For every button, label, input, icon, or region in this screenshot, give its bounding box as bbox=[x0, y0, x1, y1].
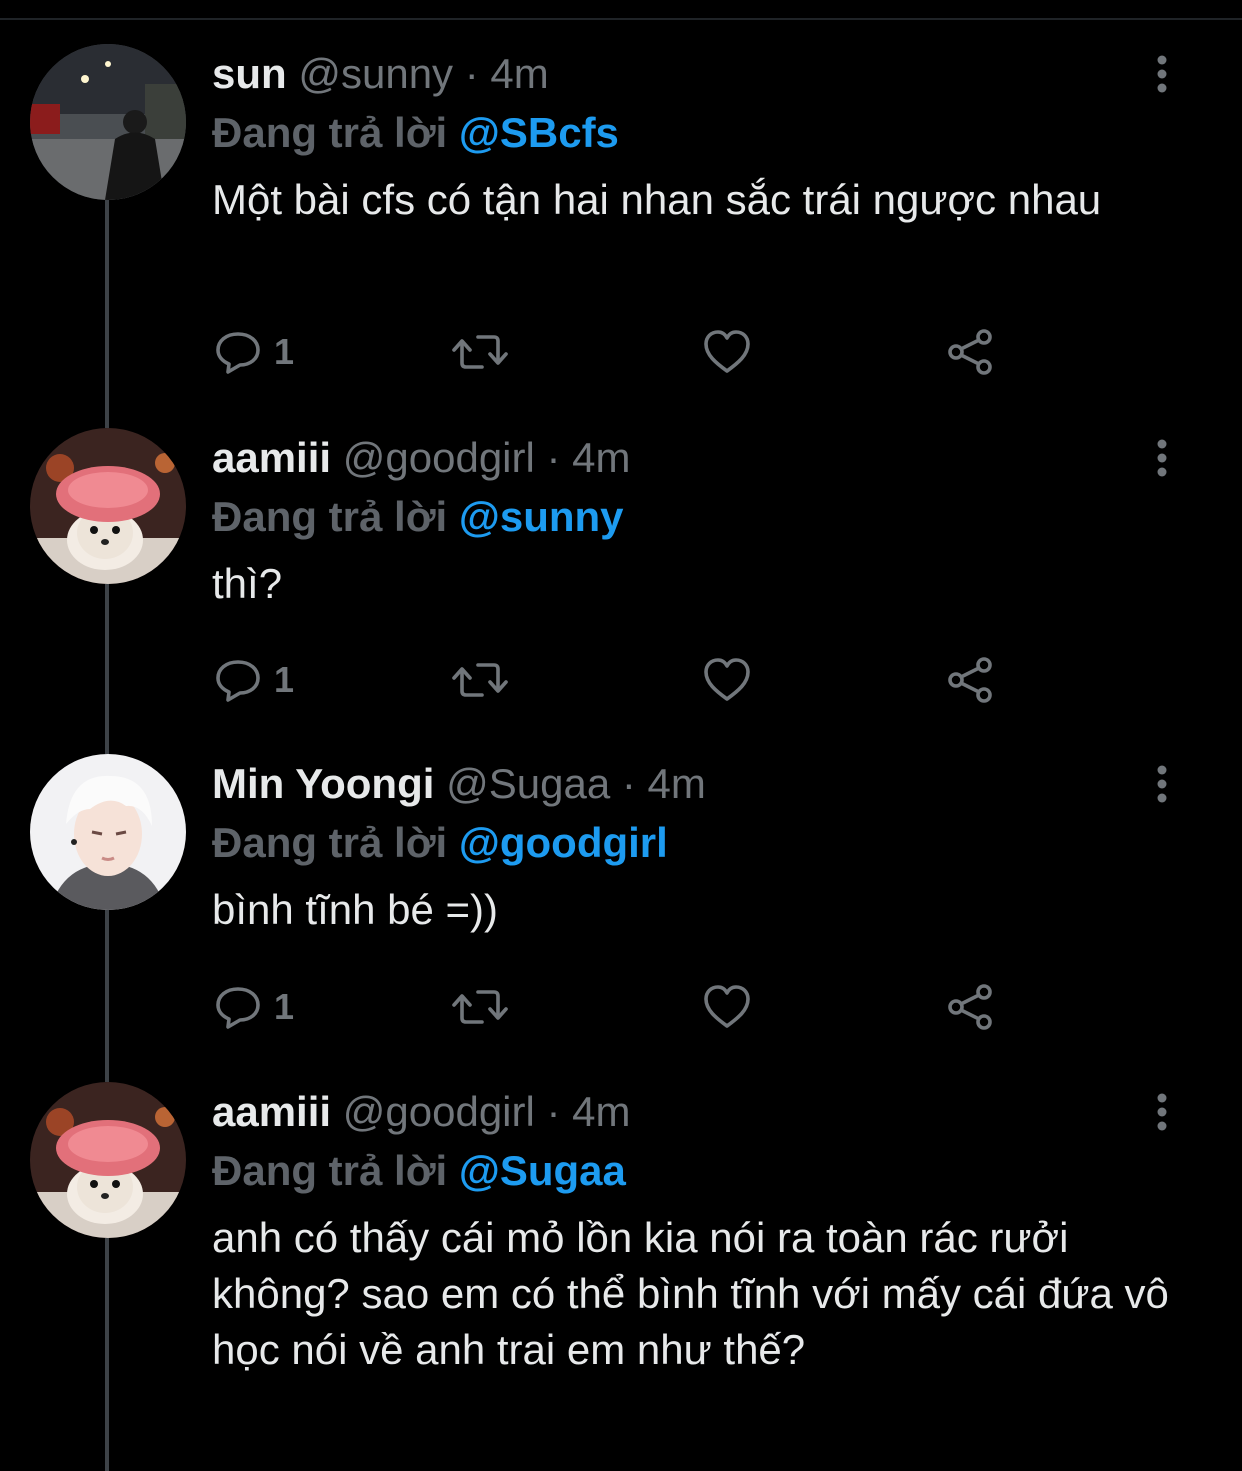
reply-button[interactable]: 1 bbox=[214, 327, 294, 377]
separator-dot: · bbox=[546, 1088, 561, 1135]
mention-link[interactable]: @SBcfs bbox=[459, 109, 619, 156]
user-handle[interactable]: @goodgirl bbox=[343, 434, 535, 481]
reply-button[interactable]: 1 bbox=[214, 655, 294, 705]
tweet-header: sun @sunny · 4m bbox=[212, 44, 1172, 104]
share-button[interactable] bbox=[946, 327, 996, 377]
action-bar: 1 bbox=[212, 655, 1052, 705]
avatar[interactable] bbox=[30, 428, 186, 584]
reply-count: 1 bbox=[274, 986, 295, 1027]
reply-icon bbox=[216, 660, 260, 702]
tweet-text: Một bài cfs có tận hai nhan sắc trái ngư… bbox=[212, 176, 1102, 223]
reply-icon bbox=[216, 987, 260, 1029]
tweet-header: aamiii @goodgirl · 4m bbox=[212, 1082, 1172, 1142]
share-icon bbox=[948, 329, 992, 375]
heart-icon bbox=[704, 658, 750, 701]
replying-to: Đang trả lời @Sugaa bbox=[212, 1142, 1172, 1200]
like-button[interactable] bbox=[702, 655, 752, 705]
mention-link[interactable]: @sunny bbox=[459, 493, 624, 540]
display-name[interactable]: aamiii bbox=[212, 434, 331, 481]
user-handle[interactable]: @goodgirl bbox=[343, 1088, 535, 1135]
reply-count: 1 bbox=[274, 331, 295, 372]
like-button[interactable] bbox=[702, 327, 752, 377]
tweet-content: aamiii @goodgirl · 4m Đang trả lời @sunn… bbox=[212, 428, 1172, 612]
avatar[interactable] bbox=[30, 1082, 186, 1238]
retweet-icon bbox=[452, 663, 508, 697]
user-handle[interactable]: @sunny bbox=[298, 50, 453, 97]
timestamp[interactable]: 4m bbox=[648, 760, 706, 807]
thread-line bbox=[105, 1238, 109, 1471]
reply-icon bbox=[216, 332, 260, 374]
replying-to-label: Đang trả lời bbox=[212, 819, 448, 866]
retweet-icon bbox=[452, 335, 508, 369]
retweet-icon bbox=[452, 990, 508, 1024]
share-icon bbox=[948, 657, 992, 703]
retweet-button[interactable] bbox=[452, 655, 508, 705]
reply-count: 1 bbox=[274, 659, 295, 700]
action-bar: 1 bbox=[212, 982, 1052, 1032]
timestamp[interactable]: 4m bbox=[572, 1088, 630, 1135]
tweet-text: bình tĩnh bé =)) bbox=[212, 886, 499, 933]
separator-dot: · bbox=[546, 434, 561, 481]
tweet-content: sun @sunny · 4m Đang trả lời @SBcfs Một … bbox=[212, 44, 1172, 228]
replying-to: Đang trả lời @goodgirl bbox=[212, 814, 1172, 872]
tweet-header: aamiii @goodgirl · 4m bbox=[212, 428, 1172, 488]
user-handle[interactable]: @Sugaa bbox=[446, 760, 610, 807]
heart-icon bbox=[704, 330, 750, 373]
retweet-button[interactable] bbox=[452, 327, 508, 377]
mention-link[interactable]: @goodgirl bbox=[459, 819, 668, 866]
tweet-text: anh có thấy cái mỏ lồn kia nói ra toàn r… bbox=[212, 1214, 1169, 1373]
share-button[interactable] bbox=[946, 655, 996, 705]
display-name[interactable]: Min Yoongi bbox=[212, 760, 434, 807]
reply-button[interactable]: 1 bbox=[214, 982, 294, 1032]
display-name[interactable]: sun bbox=[212, 50, 287, 97]
mention-link[interactable]: @Sugaa bbox=[459, 1147, 626, 1194]
heart-icon bbox=[704, 985, 750, 1028]
more-options-icon[interactable] bbox=[1150, 54, 1174, 94]
more-options-icon[interactable] bbox=[1150, 1092, 1174, 1132]
separator-dot: · bbox=[621, 760, 636, 807]
retweet-button[interactable] bbox=[452, 982, 508, 1032]
replying-to: Đang trả lời @SBcfs bbox=[212, 104, 1172, 162]
thread-line bbox=[105, 200, 109, 428]
more-options-icon[interactable] bbox=[1150, 438, 1174, 478]
action-bar: 1 bbox=[212, 327, 1052, 377]
avatar[interactable] bbox=[30, 754, 186, 910]
top-divider bbox=[0, 18, 1242, 20]
replying-to-label: Đang trả lời bbox=[212, 1147, 448, 1194]
replying-to-label: Đang trả lời bbox=[212, 493, 448, 540]
share-icon bbox=[948, 984, 992, 1030]
share-button[interactable] bbox=[946, 982, 996, 1032]
tweet-content: aamiii @goodgirl · 4m Đang trả lời @Suga… bbox=[212, 1082, 1172, 1378]
tweet-text: thì? bbox=[212, 560, 283, 607]
timestamp[interactable]: 4m bbox=[572, 434, 630, 481]
thread-line bbox=[105, 910, 109, 1082]
replying-to-label: Đang trả lời bbox=[212, 109, 448, 156]
replying-to: Đang trả lời @sunny bbox=[212, 488, 1172, 546]
separator-dot: · bbox=[464, 50, 479, 97]
more-options-icon[interactable] bbox=[1150, 764, 1174, 804]
tweet-header: Min Yoongi @Sugaa · 4m bbox=[212, 754, 1172, 814]
like-button[interactable] bbox=[702, 982, 752, 1032]
thread-line bbox=[105, 584, 109, 754]
timestamp[interactable]: 4m bbox=[490, 50, 548, 97]
tweet-content: Min Yoongi @Sugaa · 4m Đang trả lời @goo… bbox=[212, 754, 1172, 938]
display-name[interactable]: aamiii bbox=[212, 1088, 331, 1135]
avatar[interactable] bbox=[30, 44, 186, 200]
